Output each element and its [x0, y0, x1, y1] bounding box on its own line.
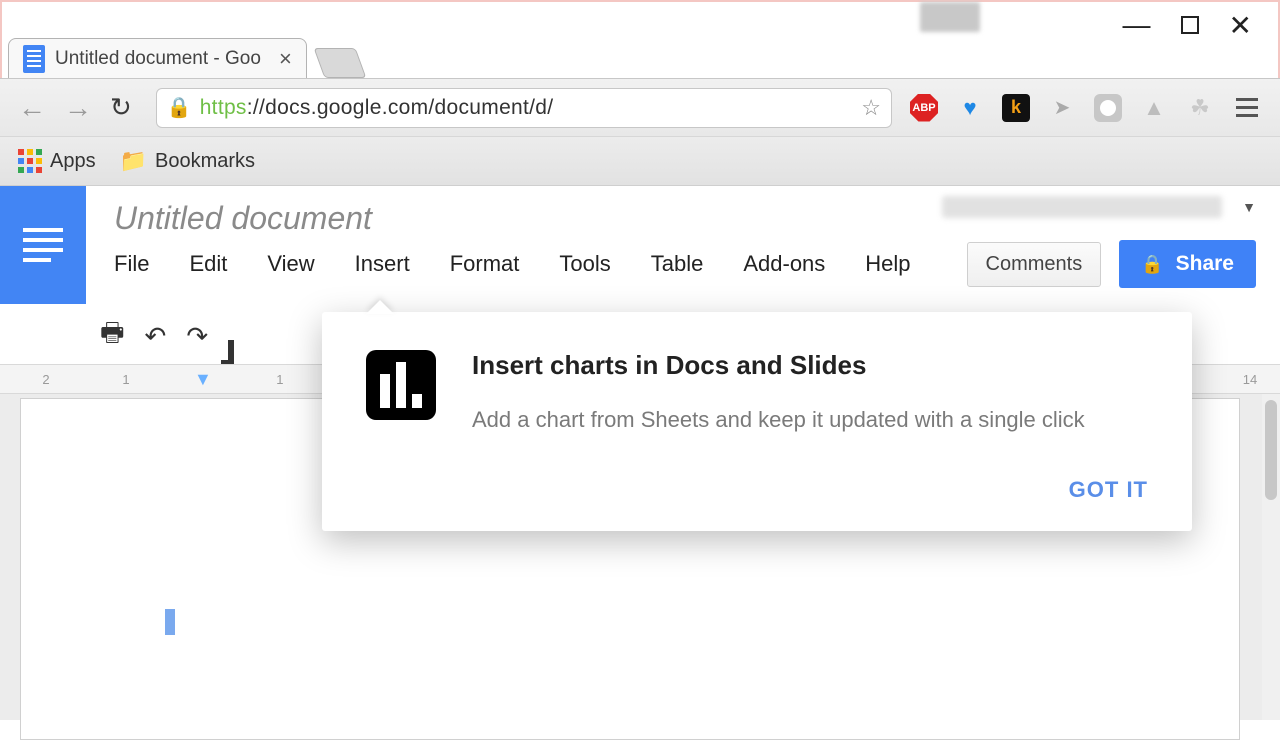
extension-cursor-icon[interactable]: ➤	[1048, 94, 1076, 122]
tab-title: Untitled document - Goo	[55, 48, 261, 70]
menu-tools[interactable]: Tools	[559, 251, 610, 277]
bookmark-star-icon[interactable]: ☆	[861, 95, 881, 121]
user-email-blurred	[942, 196, 1222, 218]
menu-view[interactable]: View	[267, 251, 314, 277]
menu-table[interactable]: Table	[651, 251, 704, 277]
new-tab-button[interactable]	[313, 48, 366, 78]
menu-file[interactable]: File	[114, 251, 149, 277]
header-actions: Comments 🔒 Share	[967, 240, 1257, 288]
menu-addons[interactable]: Add-ons	[743, 251, 825, 277]
lock-icon: 🔒	[167, 95, 192, 120]
share-label: Share	[1176, 252, 1234, 276]
url-host: ://docs.google.com	[247, 96, 429, 119]
apps-label: Apps	[50, 150, 96, 173]
extension-circle-icon[interactable]	[1094, 94, 1122, 122]
redo-icon[interactable]: ↷	[186, 321, 208, 352]
browser-toolbar: ← → ↻ 🔒 https://docs.google.com/document…	[0, 78, 1280, 136]
ruler-mark: 1	[268, 372, 292, 387]
account-area[interactable]: ▼	[942, 196, 1256, 218]
got-it-button[interactable]: GOT IT	[1069, 477, 1148, 502]
tab-close-icon[interactable]: ×	[279, 46, 292, 72]
docs-header: ▼ Untitled document File Edit View Inser…	[86, 186, 1280, 304]
browser-tab[interactable]: Untitled document - Goo ×	[8, 38, 307, 78]
drive-extension-icon[interactable]: ▲	[1140, 94, 1168, 122]
tab-strip: Untitled document - Goo ×	[8, 32, 1272, 78]
forward-icon[interactable]: →	[64, 92, 92, 124]
print-icon[interactable]: 🖶	[100, 314, 125, 358]
reload-icon[interactable]: ↻	[110, 92, 132, 123]
extension-ghost-icon[interactable]: ☘	[1186, 94, 1214, 122]
apps-grid-icon	[18, 149, 42, 173]
chart-icon	[366, 350, 436, 420]
popover-title: Insert charts in Docs and Slides	[472, 350, 1148, 381]
titlebar-blur	[920, 2, 980, 32]
docs-favicon-icon	[23, 45, 45, 73]
address-bar[interactable]: 🔒 https://docs.google.com/document/d/ ☆	[156, 88, 892, 128]
url-text: https://docs.google.com/document/d/	[200, 96, 554, 120]
undo-icon[interactable]: ↶	[145, 321, 167, 352]
url-path: /document/d/	[428, 96, 553, 119]
folder-icon: 📁	[120, 148, 147, 174]
menu-insert[interactable]: Insert	[355, 251, 410, 277]
menu-format[interactable]: Format	[450, 251, 520, 277]
bookmarks-folder[interactable]: 📁 Bookmarks	[120, 148, 255, 174]
apps-button[interactable]: Apps	[18, 149, 96, 173]
share-button[interactable]: 🔒 Share	[1119, 240, 1256, 288]
ruler-mark: 1	[114, 372, 138, 387]
ruler-mark: 14	[1238, 372, 1262, 387]
extension-v-icon[interactable]: ♥	[956, 94, 984, 122]
comments-button[interactable]: Comments	[967, 242, 1102, 287]
bookmarks-bar: Apps 📁 Bookmarks	[0, 136, 1280, 186]
url-protocol: https	[200, 96, 247, 119]
menu-help[interactable]: Help	[865, 251, 910, 277]
scrollbar[interactable]	[1262, 394, 1280, 720]
docs-home-button[interactable]	[0, 186, 86, 304]
chevron-down-icon: ▼	[1242, 199, 1256, 215]
ruler-mark: 2	[34, 372, 58, 387]
lock-icon: 🔒	[1141, 254, 1163, 275]
back-icon[interactable]: ←	[18, 92, 46, 124]
docs-app: ▼ Untitled document File Edit View Inser…	[0, 186, 1280, 720]
docs-toolbar: 🖶 ↶ ↷	[100, 314, 228, 358]
adblock-extension-icon[interactable]: ABP	[910, 94, 938, 122]
text-caret	[165, 609, 175, 635]
chrome-menu-icon[interactable]	[1232, 94, 1262, 121]
popover-content: Insert charts in Docs and Slides Add a c…	[472, 350, 1148, 503]
bookmarks-label: Bookmarks	[155, 150, 255, 173]
extension-k-icon[interactable]: k	[1002, 94, 1030, 122]
docs-logo-icon	[23, 228, 63, 262]
feature-popover: Insert charts in Docs and Slides Add a c…	[322, 312, 1192, 531]
menu-edit[interactable]: Edit	[189, 251, 227, 277]
indent-marker-icon[interactable]: ▼	[194, 369, 212, 390]
popover-arrow	[366, 300, 394, 314]
popover-body: Add a chart from Sheets and keep it upda…	[472, 403, 1148, 437]
